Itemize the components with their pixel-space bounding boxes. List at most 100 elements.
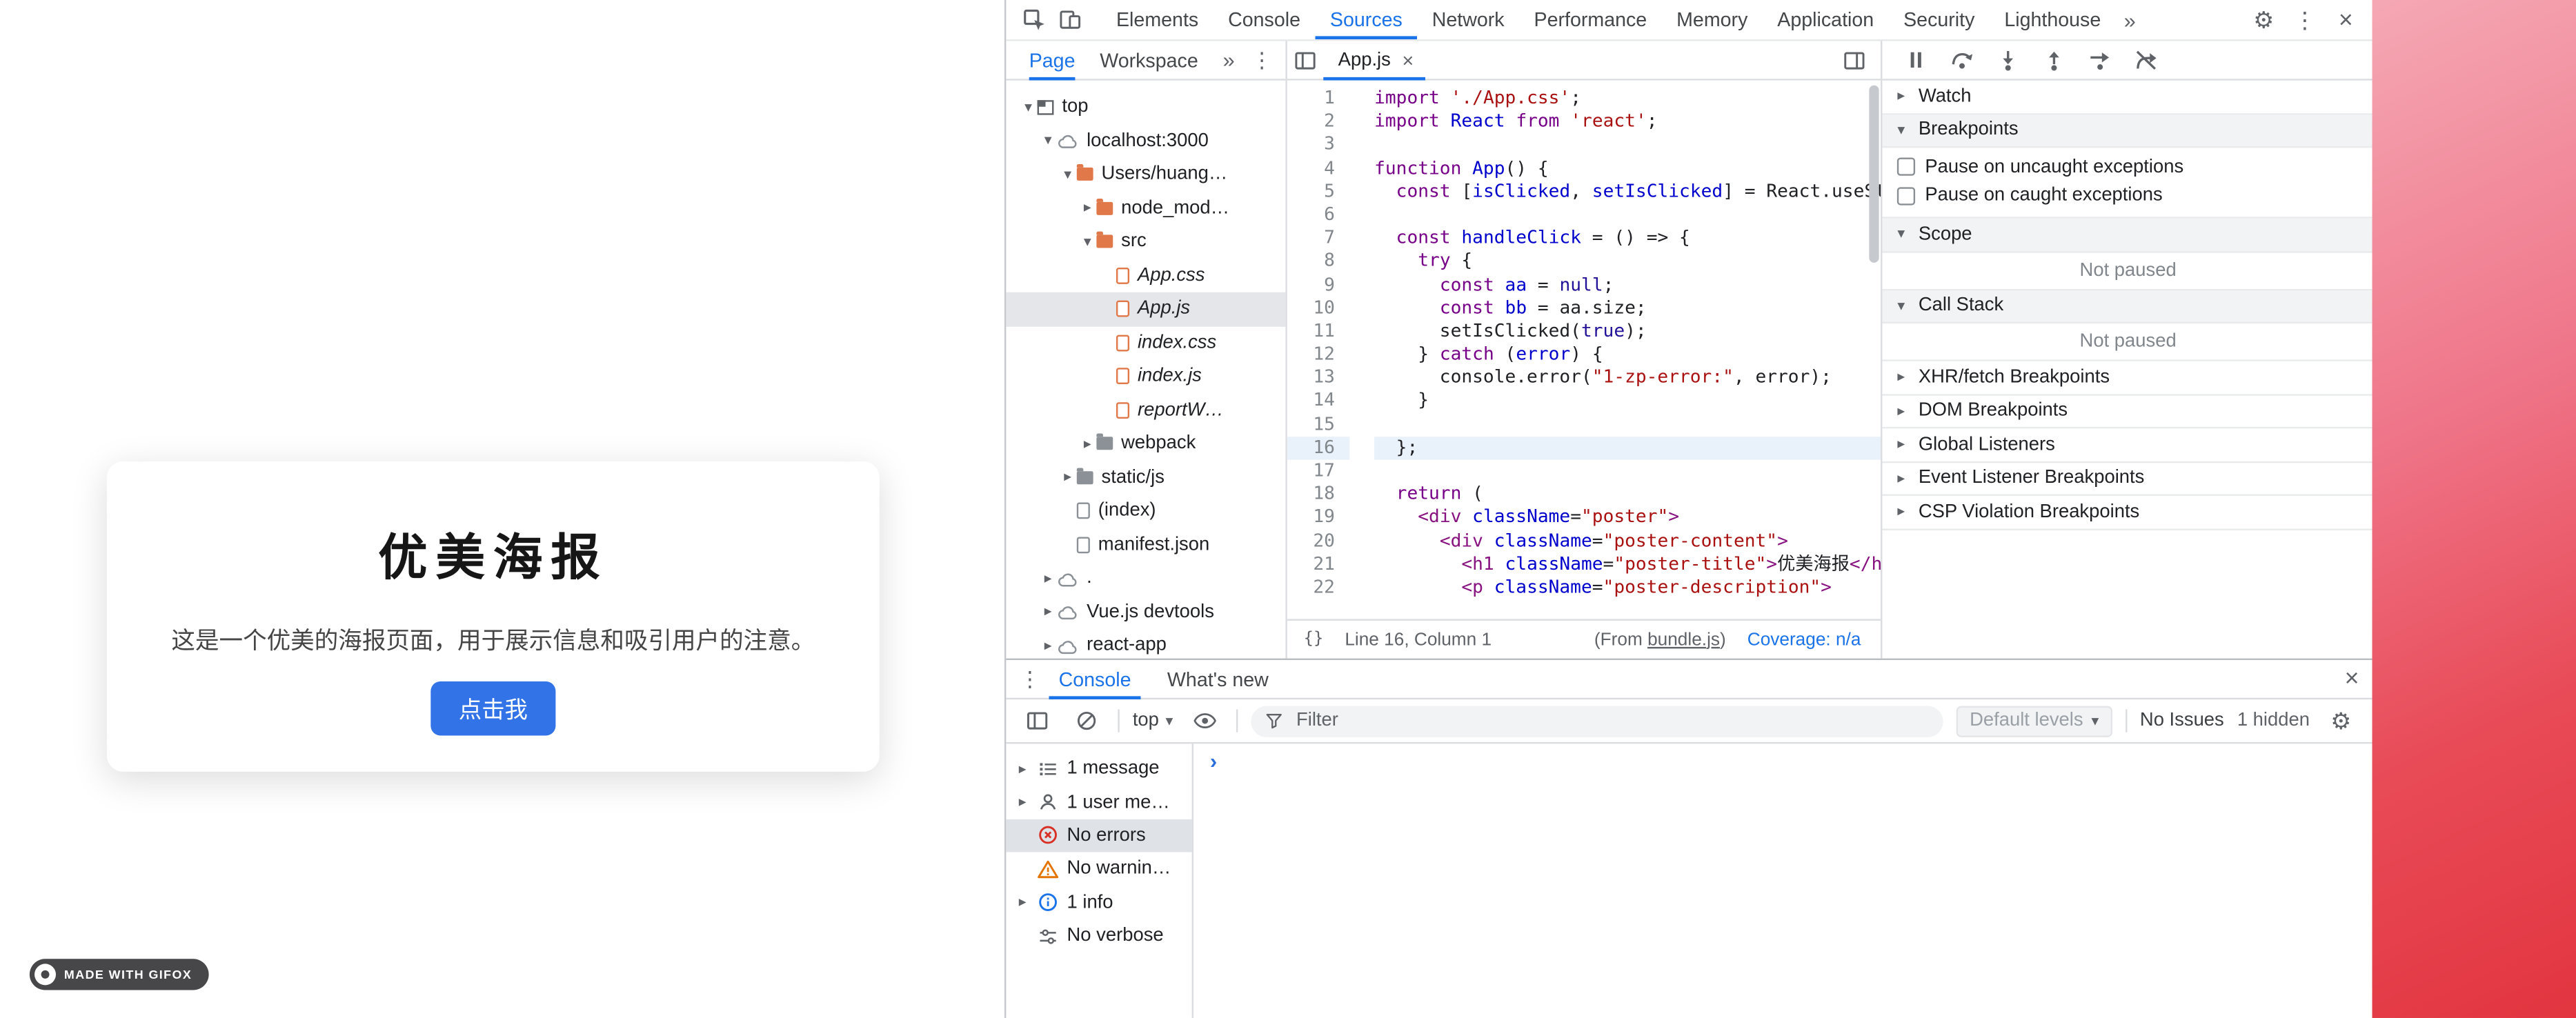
tree-expand-arrow-icon[interactable]: ▾ (1059, 166, 1077, 183)
file-tab-app-js[interactable]: App.js × (1323, 40, 1425, 79)
coverage-link[interactable]: Coverage: n/a (1747, 630, 1861, 650)
tree-expand-arrow-icon[interactable]: ▸ (1039, 569, 1057, 587)
tab-security[interactable]: Security (1889, 0, 1990, 39)
step-out-icon[interactable] (2040, 47, 2066, 73)
section-breakpoints[interactable]: ▾Breakpoints (1882, 114, 2373, 148)
code-line-13[interactable]: console.error("1-zp-error:", error); (1374, 366, 1881, 390)
step-over-icon[interactable] (1948, 47, 1974, 73)
bundle-js-link[interactable]: bundle.js (1647, 630, 1720, 650)
console-sidebar-toggle-icon[interactable] (1019, 703, 1055, 739)
code-line-5[interactable]: const [isClicked, setIsClicked] = React.… (1374, 180, 1881, 203)
code-line-8[interactable]: try { (1374, 250, 1881, 274)
tree-expand-arrow-icon[interactable]: ▾ (1039, 132, 1057, 150)
code-line-20[interactable]: <div className="poster-content"> (1374, 530, 1881, 553)
deactivate-breakpoints-icon[interactable] (2132, 47, 2159, 73)
clear-console-icon[interactable] (1069, 703, 1104, 739)
console-output[interactable]: › (1193, 743, 2372, 1018)
checkbox[interactable] (1897, 187, 1915, 205)
code-line-4[interactable]: function App() { (1374, 157, 1881, 180)
tab-sources[interactable]: Sources (1315, 0, 1417, 39)
tab-memory[interactable]: Memory (1662, 0, 1763, 39)
issues-counter[interactable]: No Issues (2140, 711, 2224, 731)
section-watch[interactable]: ▸Watch (1882, 81, 2373, 114)
code-line-16[interactable]: }; (1374, 437, 1881, 460)
log-levels-dropdown[interactable]: Default levels ▾ (1956, 705, 2112, 736)
tree-expand-arrow-icon[interactable]: ▾ (1078, 232, 1096, 250)
checkbox[interactable] (1897, 158, 1915, 176)
section-scope[interactable]: ▾Scope (1882, 219, 2373, 252)
gifox-badge[interactable]: MADE WITH GIFOX (30, 959, 208, 990)
expand-arrow-icon[interactable]: ▸ (1016, 759, 1029, 777)
tree-item-index-css[interactable]: index.css (1006, 326, 1285, 360)
file-tab-close-icon[interactable]: × (1403, 48, 1414, 71)
code-line-9[interactable]: const aa = null; (1374, 273, 1881, 297)
tree-item-index[interactable]: (index) (1006, 495, 1285, 528)
tree-item-react-app[interactable]: ▸react-app (1006, 629, 1285, 659)
navigator-menu-kebab-icon[interactable]: ⋮ (1251, 47, 1273, 73)
pause-script-icon[interactable] (1902, 47, 1928, 73)
section-dom-breakpoints[interactable]: ▸DOM Breakpoints (1882, 395, 2373, 429)
console-filter-input[interactable] (1293, 709, 1930, 732)
tab-console-drawer[interactable]: Console (1049, 659, 1141, 699)
step-icon[interactable] (2086, 47, 2112, 73)
expand-arrow-icon[interactable]: ▸ (1016, 793, 1029, 811)
tree-expand-arrow-icon[interactable]: ▸ (1039, 637, 1057, 655)
expand-arrow-icon[interactable]: ▸ (1016, 894, 1029, 912)
tab-console[interactable]: Console (1213, 0, 1316, 39)
code-line-6[interactable] (1374, 203, 1881, 227)
code-line-19[interactable]: <div className="poster"> (1374, 506, 1881, 530)
tree-expand-arrow-icon[interactable]: ▸ (1039, 603, 1057, 621)
editor-gutter[interactable]: 12345678910111213141516171819202122 (1287, 87, 1350, 599)
tab-network[interactable]: Network (1417, 0, 1519, 39)
console-filter-1-user-me[interactable]: ▸1 user me… (1006, 786, 1191, 819)
console-filter-1-message[interactable]: ▸1 message (1006, 752, 1191, 786)
tree-item-reportw[interactable]: reportW… (1006, 393, 1285, 427)
tree-expand-arrow-icon[interactable]: ▾ (1019, 98, 1037, 116)
code-line-2[interactable]: import React from 'react'; (1374, 110, 1881, 134)
editor-code[interactable]: import './App.css';import React from 're… (1374, 87, 1881, 599)
devtools-menu-kebab-icon[interactable]: ⋮ (2287, 1, 2323, 37)
tree-item-vue-js-devtools[interactable]: ▸Vue.js devtools (1006, 595, 1285, 629)
tree-item-users-huang[interactable]: ▾Users/huang… (1006, 158, 1285, 192)
tree-expand-arrow-icon[interactable]: ▸ (1078, 435, 1096, 452)
console-filter-1-info[interactable]: ▸1 info (1006, 886, 1191, 919)
tree-item-webpack[interactable]: ▸webpack (1006, 427, 1285, 461)
code-line-1[interactable]: import './App.css'; (1374, 87, 1881, 110)
more-navigator-tabs-icon[interactable]: » (1223, 48, 1235, 72)
code-line-10[interactable]: const bb = aa.size; (1374, 297, 1881, 320)
section-csp-violation-breakpoints[interactable]: ▸CSP Violation Breakpoints (1882, 496, 2373, 530)
tree-item-app-css[interactable]: App.css (1006, 259, 1285, 292)
tab-performance[interactable]: Performance (1519, 0, 1662, 39)
navigator-panel-toggle-icon[interactable] (1287, 42, 1323, 78)
tab-elements[interactable]: Elements (1102, 0, 1213, 39)
tree-item-index-js[interactable]: index.js (1006, 359, 1285, 393)
pretty-print-icon[interactable]: {} (1304, 630, 1324, 648)
settings-gear-icon[interactable]: ⚙ (2246, 1, 2281, 37)
hidden-messages-counter[interactable]: 1 hidden (2237, 711, 2310, 731)
tab-lighthouse[interactable]: Lighthouse (1990, 0, 2116, 39)
debugger-panel-toggle-icon[interactable] (1836, 42, 1872, 78)
tree-item-app-js[interactable]: App.js (1006, 292, 1285, 326)
code-line-18[interactable]: return ( (1374, 483, 1881, 506)
tree-item-localhost-3000[interactable]: ▾localhost:3000 (1006, 124, 1285, 158)
code-line-17[interactable] (1374, 460, 1881, 483)
editor-scrollbar[interactable] (1869, 86, 1879, 263)
console-filter-box[interactable] (1250, 705, 1943, 736)
tree-item-src[interactable]: ▾src (1006, 225, 1285, 259)
tree-item-node-mod[interactable]: ▸node_mod… (1006, 191, 1285, 225)
step-into-icon[interactable] (1994, 47, 2020, 73)
section-global-listeners[interactable]: ▸Global Listeners (1882, 428, 2373, 462)
tree-item-top[interactable]: ▾top (1006, 90, 1285, 124)
devtools-close-icon[interactable]: × (2328, 1, 2364, 37)
section-event-listener-breakpoints[interactable]: ▸Event Listener Breakpoints (1882, 462, 2373, 496)
tab-whats-new[interactable]: What's new (1158, 659, 1279, 699)
drawer-close-icon[interactable]: × (2345, 665, 2359, 692)
breakpoint-option-pause-on-caught-exceptions[interactable]: Pause on caught exceptions (1882, 181, 2373, 210)
console-prompt-chevron[interactable]: › (1210, 749, 1217, 774)
section-call-stack[interactable]: ▾Call Stack (1882, 290, 2373, 323)
device-toolbar-icon[interactable] (1052, 1, 1088, 37)
tree-item-item[interactable]: ▸. (1006, 561, 1285, 595)
tree-expand-arrow-icon[interactable]: ▸ (1059, 468, 1077, 486)
code-line-15[interactable] (1374, 413, 1881, 437)
console-filter-no-errors[interactable]: No errors (1006, 819, 1191, 852)
